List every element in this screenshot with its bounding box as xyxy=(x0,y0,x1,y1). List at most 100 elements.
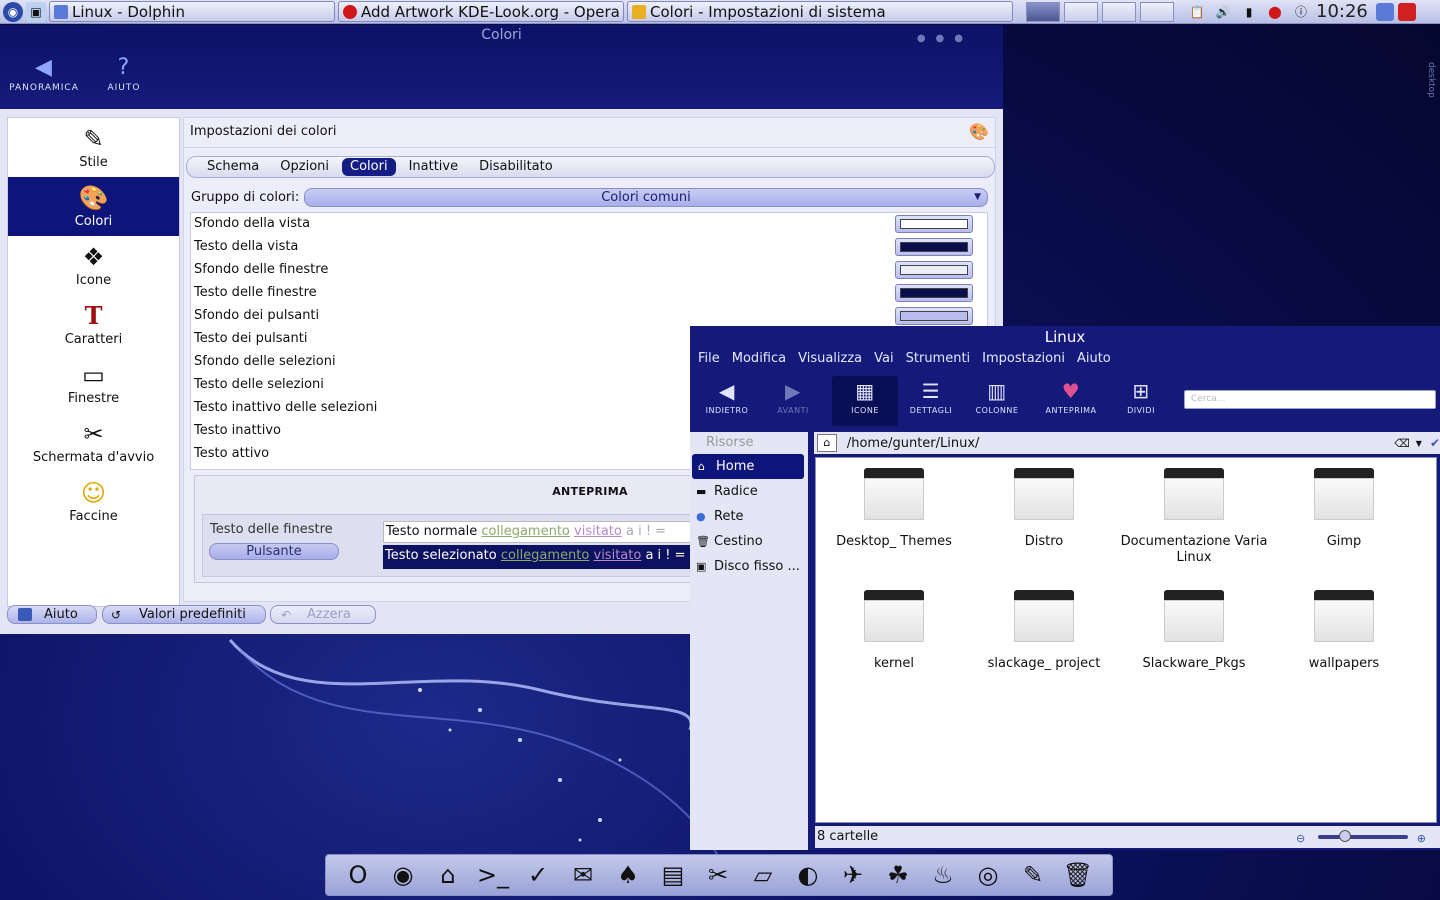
dock-app-icon[interactable]: ▤ xyxy=(655,857,691,893)
dock-app-icon[interactable]: ☘ xyxy=(880,857,916,893)
place-root[interactable]: ▬ Radice xyxy=(690,479,808,504)
dock-app-icon[interactable]: ✉ xyxy=(565,857,601,893)
color-group-select[interactable]: Colori comuni ▼ xyxy=(304,188,988,207)
columns-view-button[interactable]: ▥ COLONNE xyxy=(964,376,1030,426)
opera-tray-icon[interactable]: ⬤ xyxy=(1266,3,1284,21)
pager-desktop-3[interactable] xyxy=(1102,1,1136,22)
dock-app-icon[interactable]: ✂ xyxy=(700,857,736,893)
logout-icon[interactable] xyxy=(1397,2,1416,21)
color-row[interactable]: Sfondo delle finestre xyxy=(191,259,987,282)
dock-app-icon[interactable]: ◉ xyxy=(385,857,421,893)
sidebar-item-fonts[interactable]: T Caratteri xyxy=(8,295,179,354)
info-icon[interactable]: ⓘ xyxy=(1292,3,1310,21)
place-trash[interactable]: 🗑 Cestino xyxy=(690,529,808,554)
sidebar-item-splash[interactable]: ✂ Schermata d'avvio xyxy=(8,413,179,472)
chevron-down-icon[interactable]: ▼ xyxy=(1416,439,1422,448)
tab-inactive[interactable]: Inattive xyxy=(401,158,467,176)
sidebar-item-icons[interactable]: ❖ Icone xyxy=(8,236,179,295)
clipboard-icon[interactable]: 📋 xyxy=(1188,3,1206,21)
color-swatch-button[interactable] xyxy=(895,261,973,279)
sidebar-item-emoticons[interactable]: ☺ Faccine xyxy=(8,472,179,531)
task-opera[interactable]: Add Artwork KDE-Look.org - Opera xyxy=(338,1,624,22)
dock-app-icon[interactable]: ◎ xyxy=(970,857,1006,893)
volume-icon[interactable]: 🔊 xyxy=(1214,3,1232,21)
overview-button[interactable]: ◀ PANORAMICA xyxy=(4,53,84,105)
dock-app-icon[interactable]: O xyxy=(340,857,376,893)
pager-desktop-1[interactable] xyxy=(1026,1,1060,22)
search-input[interactable]: Cerca... xyxy=(1184,390,1436,409)
icons-view-button[interactable]: ▦ ICONE xyxy=(832,376,898,426)
place-hard-disk[interactable]: ▣ Disco fisso ... xyxy=(690,554,808,579)
kde-menu-icon[interactable]: ◉ xyxy=(3,1,23,22)
task-system-settings[interactable]: Colori - Impostazioni di sistema xyxy=(627,1,1013,22)
battery-icon[interactable]: ▮ xyxy=(1240,3,1258,21)
home-icon[interactable]: ⌂ xyxy=(817,434,837,452)
go-icon[interactable]: ✔ xyxy=(1430,436,1440,450)
color-row[interactable]: Sfondo dei pulsanti xyxy=(191,305,987,328)
menu-tools[interactable]: Strumenti xyxy=(906,348,971,370)
folder-item[interactable]: Gimp xyxy=(1270,468,1418,550)
dock-app-icon[interactable]: ◐ xyxy=(790,857,826,893)
pager-desktop-2[interactable] xyxy=(1064,1,1098,22)
tab-options[interactable]: Opzioni xyxy=(272,158,337,176)
color-swatch-button[interactable] xyxy=(895,307,973,325)
color-row[interactable]: Testo delle finestre xyxy=(191,282,987,305)
help-button[interactable]: ? AIUTO xyxy=(84,53,164,105)
tab-scheme[interactable]: Schema xyxy=(199,158,267,176)
place-home[interactable]: ⌂ Home xyxy=(692,454,804,479)
task-dolphin[interactable]: Linux - Dolphin xyxy=(49,1,335,22)
tab-colors[interactable]: Colori xyxy=(342,158,396,176)
dock-app-icon[interactable]: ✓ xyxy=(520,857,556,893)
folder-item[interactable]: slackage_ project xyxy=(970,590,1118,672)
folder-item[interactable]: Desktop_ Themes xyxy=(820,468,968,550)
color-swatch-button[interactable] xyxy=(895,284,973,302)
menu-help[interactable]: Aiuto xyxy=(1077,348,1111,370)
dock-app-icon[interactable]: ▱ xyxy=(745,857,781,893)
menu-settings[interactable]: Impostazioni xyxy=(982,348,1065,370)
menu-view[interactable]: Visualizza xyxy=(798,348,862,370)
sidebar-item-style[interactable]: ✎ Stile xyxy=(8,118,179,177)
zoom-slider[interactable]: ⊖ ⊕ xyxy=(1296,830,1426,845)
dock-app-icon[interactable]: ✎ xyxy=(1015,857,1051,893)
preview-button[interactable]: ♥ ANTEPRIMA xyxy=(1038,376,1104,426)
pager-desktop-4[interactable] xyxy=(1140,1,1174,22)
color-swatch-button[interactable] xyxy=(895,238,973,256)
dock-app-icon[interactable]: ⌂ xyxy=(430,857,466,893)
split-button[interactable]: ⊞ DIVIDI xyxy=(1108,376,1174,426)
details-view-button[interactable]: ☰ DETTAGLI xyxy=(898,376,964,426)
back-button[interactable]: ◀ INDIETRO xyxy=(694,376,760,426)
clock[interactable]: 10:26 xyxy=(1316,1,1368,22)
color-swatch-button[interactable] xyxy=(895,215,973,233)
folder-item[interactable]: Slackware_Pkgs xyxy=(1120,590,1268,672)
sidebar-item-windows[interactable]: ▭ Finestre xyxy=(8,354,179,413)
dock-app-icon[interactable]: >_ xyxy=(475,857,511,893)
preview-button[interactable]: Pulsante xyxy=(209,543,339,560)
dock-app-icon[interactable]: ✈ xyxy=(835,857,871,893)
tab-disabled[interactable]: Disabilitato xyxy=(471,158,561,176)
folder-item[interactable]: Distro xyxy=(970,468,1118,550)
window-controls[interactable]: ●●● xyxy=(917,33,973,44)
defaults-button[interactable]: ↺ Valori predefiniti xyxy=(102,605,266,624)
lock-icon[interactable] xyxy=(1375,2,1394,21)
menu-file[interactable]: File xyxy=(698,348,720,370)
forward-button[interactable]: ▶ AVANTI xyxy=(760,376,826,426)
folder-item[interactable]: wallpapers xyxy=(1270,590,1418,672)
dock-app-icon[interactable]: 🗑 xyxy=(1060,857,1096,893)
dock-app-icon[interactable]: ♠ xyxy=(610,857,646,893)
color-row[interactable]: Testo della vista xyxy=(191,236,987,259)
zoom-out-icon[interactable]: ⊖ xyxy=(1296,828,1305,850)
dock-app-icon[interactable]: ♨ xyxy=(925,857,961,893)
path-input[interactable]: /home/gunter/Linux/ xyxy=(847,436,1382,451)
place-network[interactable]: ● Rete xyxy=(690,504,808,529)
zoom-handle[interactable] xyxy=(1339,830,1351,842)
clear-path-icon[interactable]: ⌫ xyxy=(1394,437,1410,450)
sidebar-item-colors[interactable]: 🎨 Colori xyxy=(8,177,179,236)
menu-go[interactable]: Vai xyxy=(874,348,893,370)
zoom-in-icon[interactable]: ⊕ xyxy=(1417,828,1426,850)
menu-edit[interactable]: Modifica xyxy=(732,348,786,370)
color-row[interactable]: Sfondo della vista xyxy=(191,213,987,236)
show-desktop-icon[interactable]: ▣ xyxy=(26,1,46,22)
help-bottom-button[interactable]: Aiuto xyxy=(7,605,97,624)
reset-button[interactable]: ↶ Azzera xyxy=(270,605,376,624)
folder-item[interactable]: kernel xyxy=(820,590,968,672)
